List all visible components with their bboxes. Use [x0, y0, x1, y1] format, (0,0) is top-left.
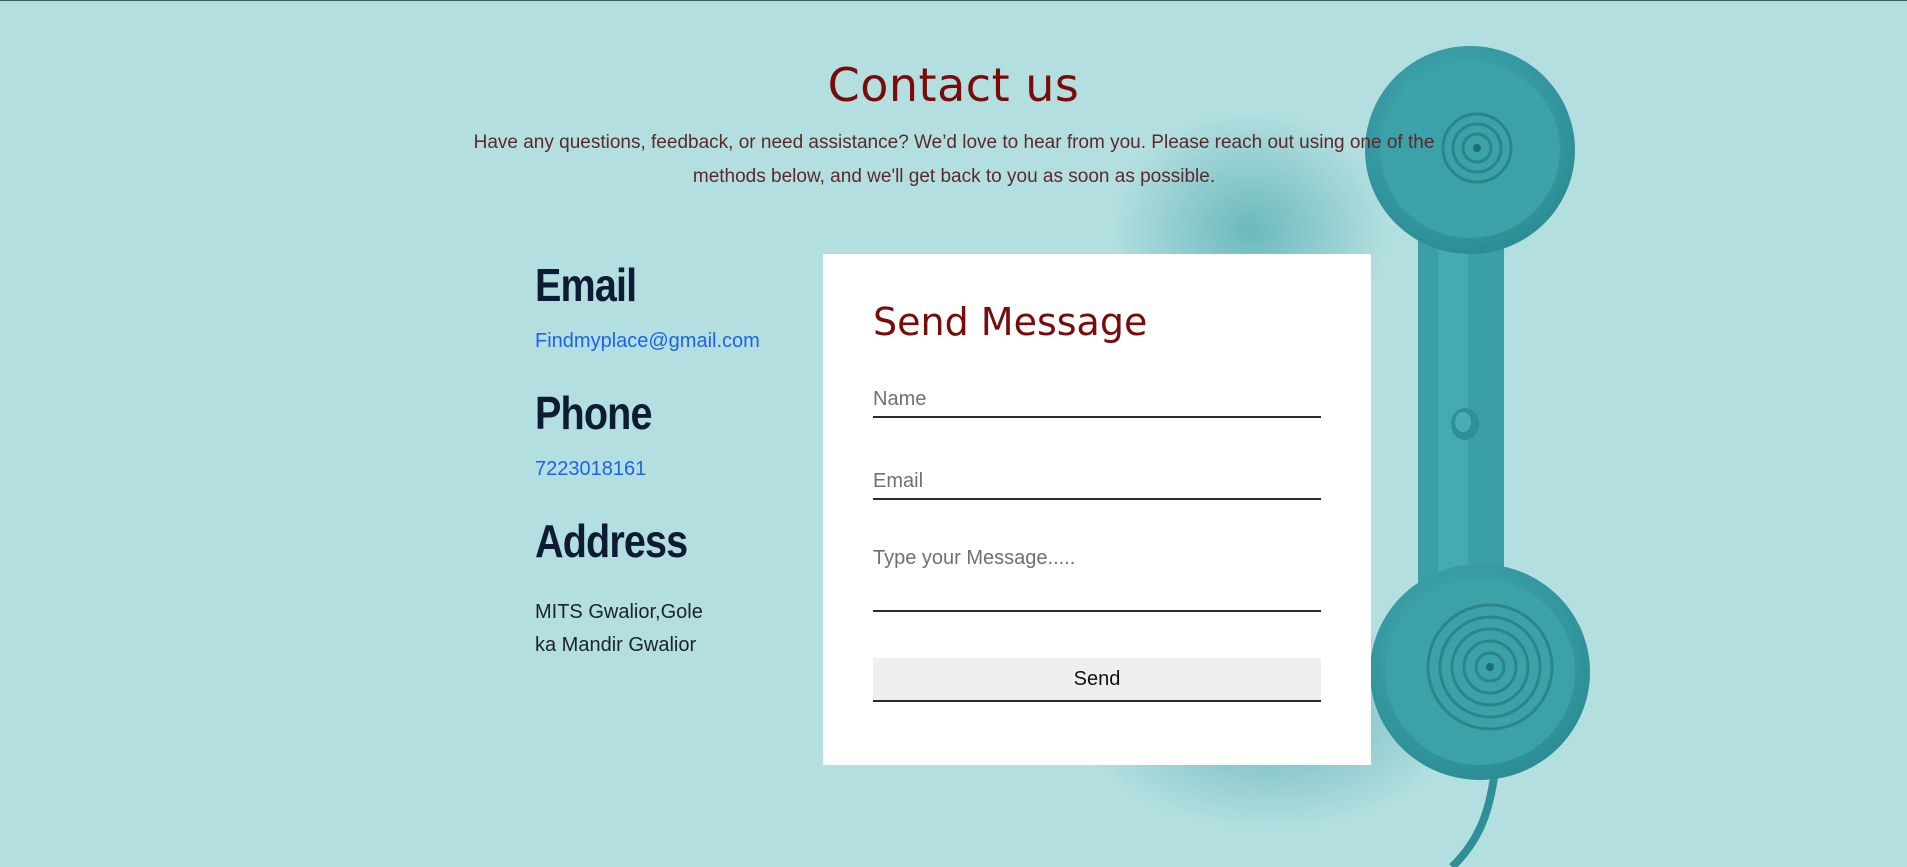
page-title: Contact us — [827, 58, 1080, 112]
form-title: Send Message — [873, 300, 1148, 344]
contact-form: Send Message Send — [823, 254, 1371, 765]
email-input[interactable] — [873, 464, 1321, 500]
address-text: MITS Gwalior,Gole ka Mandir Gwalior — [535, 601, 703, 656]
intro-text: Have any questions, feedback, or need as… — [473, 132, 1435, 187]
message-input[interactable] — [873, 546, 1321, 612]
address-heading: Address — [535, 515, 688, 567]
phone-link[interactable]: 7223018161 — [535, 458, 815, 506]
send-button[interactable]: Send — [873, 658, 1321, 702]
name-input[interactable] — [873, 382, 1321, 418]
contact-info: Email Findmyplace@gmail.com Phone 722301… — [535, 250, 815, 662]
phone-heading: Phone — [535, 387, 652, 439]
email-link[interactable]: Findmyplace@gmail.com — [535, 330, 815, 378]
email-heading: Email — [535, 259, 637, 311]
